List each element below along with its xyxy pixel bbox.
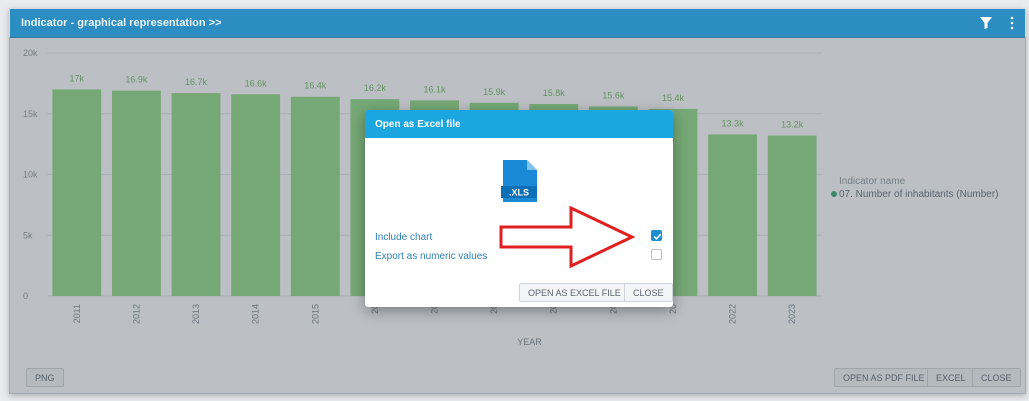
export-numeric-checkbox[interactable] xyxy=(651,249,662,260)
dialog-close-button[interactable]: CLOSE xyxy=(624,283,673,302)
include-chart-checkbox[interactable] xyxy=(651,230,662,241)
dialog-title: Open as Excel file xyxy=(375,119,461,130)
more-options-icon[interactable] xyxy=(1009,16,1015,30)
export-numeric-label: Export as numeric values xyxy=(375,251,488,262)
annotation-arrow-icon xyxy=(499,205,636,269)
xls-icon-label: .XLS xyxy=(509,188,529,198)
filter-icon[interactable] xyxy=(979,16,993,30)
panel-header: Indicator - graphical representation >> xyxy=(10,9,1025,38)
panel-title[interactable]: Indicator - graphical representation >> xyxy=(21,17,222,29)
include-chart-label: Include chart xyxy=(375,232,433,243)
dialog-header: Open as Excel file xyxy=(365,110,673,138)
open-as-excel-button[interactable]: OPEN AS EXCEL FILE xyxy=(519,283,630,302)
checkmark-icon xyxy=(653,233,662,240)
xls-file-icon: .XLS xyxy=(501,160,537,202)
